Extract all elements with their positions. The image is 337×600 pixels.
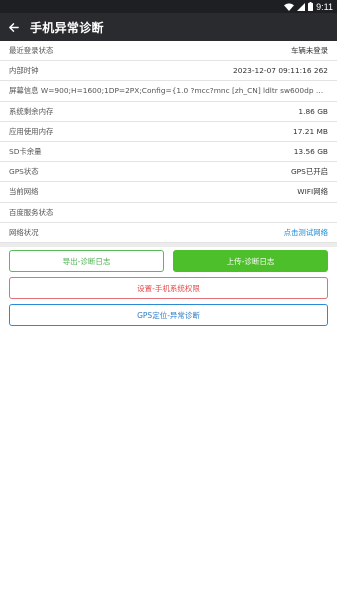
row-label: 网络状况 (9, 227, 39, 237)
row-label: SD卡余量 (9, 147, 42, 157)
row-value: 2023-12-07 09:11:16 262 (233, 66, 328, 76)
row-screen-info: 屏幕信息 W=900;H=1600;1DP=2PX;Config={1.0 ?m… (0, 81, 337, 102)
app-bar: 手机异常诊断 (0, 13, 337, 41)
diagnostic-info-list: 最近登录状态 车辆未登录 内部时钟 2023-12-07 09:11:16 26… (0, 41, 337, 243)
back-arrow-icon (8, 22, 19, 32)
row-value: WIFI网络 (297, 187, 328, 197)
row-gps-status: GPS状态 GPS已开启 (0, 162, 337, 183)
back-button[interactable] (0, 13, 26, 41)
row-internal-clock: 内部时钟 2023-12-07 09:11:16 262 (0, 61, 337, 82)
row-label: 百度服务状态 (9, 207, 54, 217)
signal-icon (297, 2, 306, 11)
wifi-icon (284, 2, 295, 11)
test-network-link[interactable]: 点击测试网络 (284, 227, 328, 238)
upload-log-button[interactable]: 上传-诊断日志 (173, 250, 328, 272)
row-label: 最近登录状态 (9, 46, 54, 56)
row-label: 内部时钟 (9, 66, 39, 76)
row-network-test: 网络状况 点击测试网络 (0, 223, 337, 243)
row-label: 屏幕信息 W=900;H=1600;1DP=2PX;Config={1.0 ?m… (9, 86, 328, 96)
row-label: 系统剩余内存 (9, 106, 54, 116)
row-label: 当前网络 (9, 187, 39, 197)
row-label: GPS状态 (9, 167, 39, 177)
status-time: 9:11 (316, 1, 333, 12)
row-value: 1.86 GB (298, 106, 328, 116)
export-log-button[interactable]: 导出-诊断日志 (9, 250, 164, 272)
section-divider (0, 243, 337, 247)
row-value: 13.56 GB (293, 147, 328, 157)
row-login-status: 最近登录状态 车辆未登录 (0, 41, 337, 62)
status-bar: 9:11 (0, 0, 337, 13)
row-value: 车辆未登录 (291, 46, 328, 56)
row-baidu-service: 百度服务状态 (0, 203, 337, 223)
page-title: 手机异常诊断 (30, 20, 104, 35)
permission-settings-button[interactable]: 设置-手机系统权限 (9, 277, 328, 299)
battery-icon (308, 2, 314, 11)
row-system-free-memory: 系统剩余内存 1.86 GB (0, 102, 337, 122)
row-label: 应用使用内存 (9, 126, 54, 136)
status-icons: 9:11 (284, 0, 333, 13)
row-app-memory: 应用使用内存 17.21 MB (0, 122, 337, 142)
gps-diagnosis-button[interactable]: GPS定位-异常诊断 (9, 304, 328, 326)
row-current-network: 当前网络 WIFI网络 (0, 182, 337, 203)
row-value: 17.21 MB (293, 126, 328, 136)
row-sd-card: SD卡余量 13.56 GB (0, 142, 337, 163)
row-value: GPS已开启 (290, 167, 328, 177)
